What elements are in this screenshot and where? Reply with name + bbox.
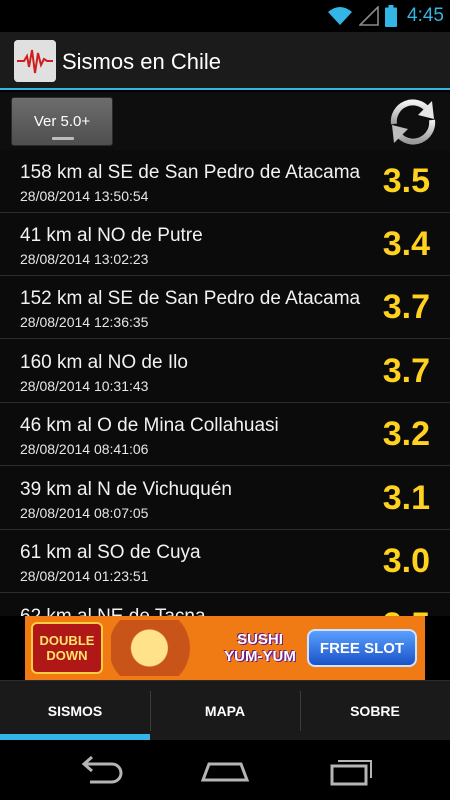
tab-bar: SISMOS MAPA SOBRE xyxy=(0,680,450,740)
recent-apps-icon xyxy=(330,760,372,786)
quake-row[interactable]: 158 km al SE de San Pedro de Atacama 28/… xyxy=(0,150,450,213)
quake-row[interactable]: 62 km al NE de Tacna 3.5 xyxy=(0,594,450,616)
refresh-button[interactable] xyxy=(384,93,442,151)
ad-sushi-line2: YUM-YUM xyxy=(224,648,296,665)
quake-date: 28/08/2014 01:23:51 xyxy=(20,568,149,584)
tab-sismos[interactable]: SISMOS xyxy=(0,681,150,740)
quake-place: 62 km al NE de Tacna xyxy=(20,606,206,616)
quake-magnitude: 3.7 xyxy=(382,288,430,326)
quake-date: 28/08/2014 12:36:35 xyxy=(20,314,149,330)
navigation-bar xyxy=(0,740,450,800)
signal-icon xyxy=(359,6,379,26)
status-icons: 4:45 xyxy=(327,0,444,32)
quake-row[interactable]: 41 km al NO de Putre 28/08/2014 13:02:23… xyxy=(0,213,450,276)
quake-place: 61 km al SO de Cuya xyxy=(20,542,201,563)
quake-place: 152 km al SE de San Pedro de Atacama xyxy=(20,288,361,309)
quake-date: 28/08/2014 10:31:43 xyxy=(20,378,149,394)
recent-apps-button[interactable] xyxy=(320,752,380,788)
seismograph-icon xyxy=(14,40,56,82)
home-icon xyxy=(200,762,250,782)
quake-magnitude: 3.5 xyxy=(382,162,430,200)
ad-logo-line1: DOUBLE xyxy=(39,633,95,648)
quake-date: 28/08/2014 13:50:54 xyxy=(20,188,149,204)
quake-row[interactable]: 152 km al SE de San Pedro de Atacama 28/… xyxy=(0,276,450,339)
quake-magnitude: 3.7 xyxy=(382,352,430,390)
home-button[interactable] xyxy=(195,752,255,788)
quake-list[interactable]: 158 km al SE de San Pedro de Atacama 28/… xyxy=(0,150,450,616)
back-button[interactable] xyxy=(70,752,130,788)
quake-row[interactable]: 39 km al N de Vichuquén 28/08/2014 08:07… xyxy=(0,467,450,530)
app-title: Sismos en Chile xyxy=(62,49,221,74)
quake-date: 28/08/2014 08:41:06 xyxy=(20,441,149,457)
quake-place: 41 km al NO de Putre xyxy=(20,225,203,246)
tab-sobre[interactable]: SOBRE xyxy=(300,681,450,740)
status-time: 4:45 xyxy=(407,5,444,26)
wifi-icon xyxy=(328,7,353,25)
ad-artwork xyxy=(111,620,207,676)
quake-magnitude: 3.0 xyxy=(382,542,430,580)
quake-magnitude: 3.2 xyxy=(382,415,430,453)
toolbar: Ver 5.0+ xyxy=(0,92,450,150)
ad-logo-line2: DOWN xyxy=(46,648,88,663)
ad-banner[interactable]: DOUBLE DOWN SUSHI YUM-YUM FREE SLOT xyxy=(25,616,425,680)
quake-magnitude: 3.4 xyxy=(382,225,430,263)
ad-sushi-title: SUSHI YUM-YUM xyxy=(210,622,310,674)
ad-free-slot-button[interactable]: FREE SLOT xyxy=(307,629,417,667)
quake-place: 158 km al SE de San Pedro de Atacama xyxy=(20,162,361,183)
quake-place: 39 km al N de Vichuquén xyxy=(20,479,232,500)
tab-mapa[interactable]: MAPA xyxy=(150,681,300,740)
quake-row[interactable]: 160 km al NO de Ilo 28/08/2014 10:31:43 … xyxy=(0,340,450,403)
back-icon xyxy=(81,755,123,784)
ad-sushi-line1: SUSHI xyxy=(237,631,283,648)
ad-logo: DOUBLE DOWN xyxy=(31,622,103,674)
refresh-icon xyxy=(390,99,436,145)
quake-date: 28/08/2014 13:02:23 xyxy=(20,251,149,267)
quake-place: 160 km al NO de Ilo xyxy=(20,352,188,373)
action-bar: Sismos en Chile xyxy=(0,32,450,90)
status-bar: 4:45 xyxy=(0,0,450,32)
quake-date: 28/08/2014 08:07:05 xyxy=(20,505,149,521)
quake-magnitude: 3.1 xyxy=(382,479,430,517)
quake-row[interactable]: 46 km al O de Mina Collahuasi 28/08/2014… xyxy=(0,403,450,466)
version-button[interactable]: Ver 5.0+ xyxy=(11,97,113,146)
battery-icon xyxy=(385,5,398,27)
quake-row[interactable]: 61 km al SO de Cuya 28/08/2014 01:23:51 … xyxy=(0,530,450,593)
quake-place: 46 km al O de Mina Collahuasi xyxy=(20,415,279,436)
quake-magnitude: 3.5 xyxy=(383,606,430,616)
